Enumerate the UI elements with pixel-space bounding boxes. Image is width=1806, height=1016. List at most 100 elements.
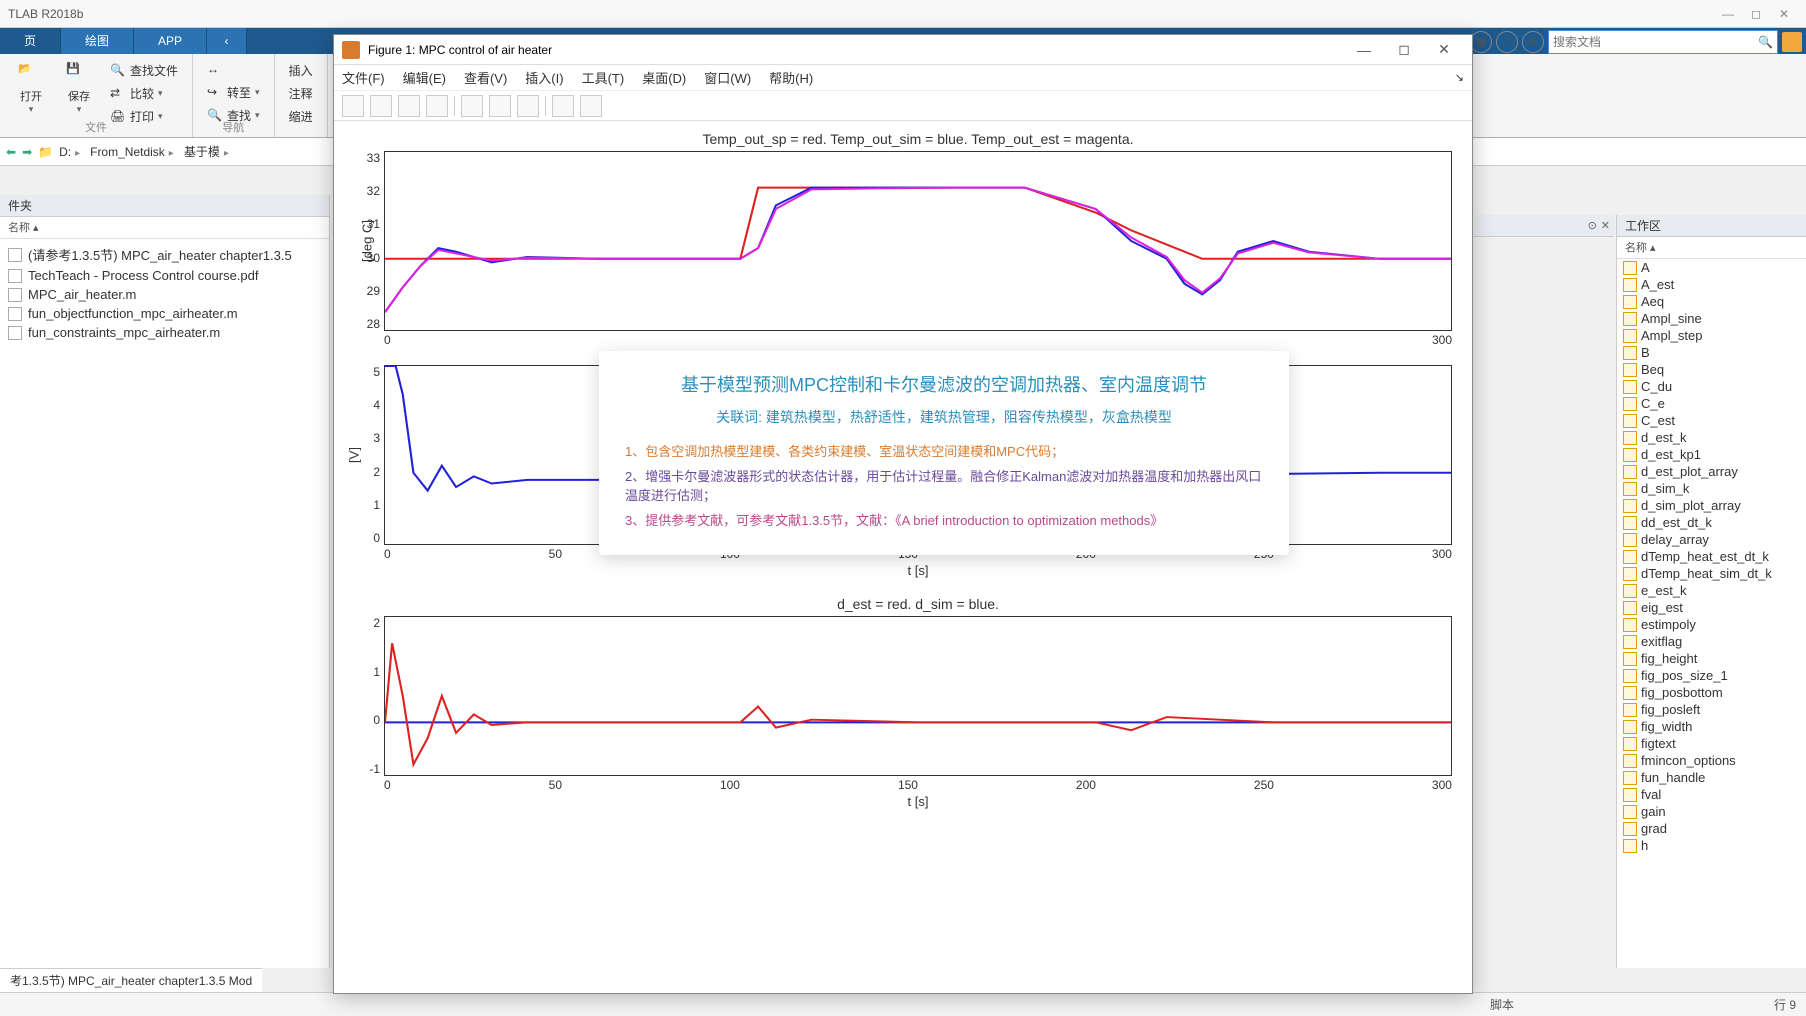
workspace-var[interactable]: d_sim_plot_array: [1617, 497, 1806, 514]
workspace-var[interactable]: fig_width: [1617, 718, 1806, 735]
menu-edit[interactable]: 编辑(E): [403, 68, 446, 87]
workspace-var[interactable]: estimpoly: [1617, 616, 1806, 633]
menu-insert[interactable]: 插入(I): [525, 68, 563, 87]
path-seg-2[interactable]: 基于模: [184, 143, 233, 160]
indent-button[interactable]: 缩进: [283, 106, 319, 127]
workspace-var[interactable]: dTemp_heat_sim_dt_k: [1617, 565, 1806, 582]
workspace-var[interactable]: d_est_plot_array: [1617, 463, 1806, 480]
workspace-var[interactable]: B: [1617, 344, 1806, 361]
workspace-var[interactable]: h: [1617, 837, 1806, 854]
link-icon[interactable]: [517, 95, 539, 117]
menu-tools[interactable]: 工具(T): [582, 68, 625, 87]
workspace-var[interactable]: dTemp_heat_est_dt_k: [1617, 548, 1806, 565]
workspace-var[interactable]: dd_est_dt_k: [1617, 514, 1806, 531]
save-fig-icon[interactable]: [398, 95, 420, 117]
close-editor-icon[interactable]: ✕: [1601, 219, 1610, 232]
current-folder-header: 件夹: [0, 195, 329, 217]
tab-home[interactable]: 页: [0, 28, 61, 54]
workspace-var[interactable]: e_est_k: [1617, 582, 1806, 599]
fig-minimize[interactable]: —: [1344, 42, 1384, 58]
insert-button[interactable]: 插入: [283, 60, 319, 81]
workspace-var[interactable]: fval: [1617, 786, 1806, 803]
tab-apps[interactable]: APP: [134, 28, 207, 54]
workspace-var[interactable]: fig_posleft: [1617, 701, 1806, 718]
open-button[interactable]: 📂打开▾: [8, 58, 54, 118]
workspace-var[interactable]: Aeq: [1617, 293, 1806, 310]
datacursor-icon[interactable]: [489, 95, 511, 117]
path-seg-1[interactable]: From_Netdisk: [90, 145, 178, 159]
workspace-var[interactable]: A: [1617, 259, 1806, 276]
menu-more-icon[interactable]: ↘: [1455, 71, 1464, 84]
find-files-button[interactable]: 🔍查找文件: [104, 60, 184, 81]
menu-file[interactable]: 文件(F): [342, 68, 385, 87]
workspace-var[interactable]: fun_handle: [1617, 769, 1806, 786]
goto-button[interactable]: ↔: [201, 60, 266, 80]
pointer-icon[interactable]: [552, 95, 574, 117]
new-fig-icon[interactable]: [342, 95, 364, 117]
menu-view[interactable]: 查看(V): [464, 68, 507, 87]
workspace-var[interactable]: fig_posbottom: [1617, 684, 1806, 701]
folder-icon[interactable]: 📁: [38, 145, 53, 159]
workspace-var[interactable]: delay_array: [1617, 531, 1806, 548]
workspace-var[interactable]: eig_est: [1617, 599, 1806, 616]
doc-search[interactable]: 🔍: [1548, 30, 1778, 54]
tab-plots[interactable]: 绘图: [61, 28, 134, 54]
close-button[interactable]: ✕: [1770, 7, 1798, 21]
path-seg-0[interactable]: D:: [59, 145, 84, 159]
workspace-var[interactable]: C_e: [1617, 395, 1806, 412]
workspace-var[interactable]: A_est: [1617, 276, 1806, 293]
dropdown-icon[interactable]: ⊙: [1588, 219, 1597, 232]
workspace-var[interactable]: C_est: [1617, 412, 1806, 429]
notification-icon[interactable]: [1782, 32, 1802, 52]
workspace-var[interactable]: fig_height: [1617, 650, 1806, 667]
workspace-var[interactable]: C_du: [1617, 378, 1806, 395]
fig-maximize[interactable]: ◻: [1384, 41, 1424, 58]
search-icon[interactable]: 🔍: [1758, 35, 1773, 49]
fig-close[interactable]: ✕: [1424, 41, 1464, 58]
forward-icon[interactable]: ➡: [22, 145, 32, 159]
workspace-var[interactable]: gain: [1617, 803, 1806, 820]
workspace-var[interactable]: d_est_kp1: [1617, 446, 1806, 463]
file-item[interactable]: fun_constraints_mpc_airheater.m: [0, 323, 329, 342]
workspace-var[interactable]: exitflag: [1617, 633, 1806, 650]
back-icon[interactable]: ⬅: [6, 145, 16, 159]
figure-titlebar[interactable]: Figure 1: MPC control of air heater — ◻ …: [334, 35, 1472, 65]
goto-dd-button[interactable]: ↪转至▾: [201, 82, 266, 103]
workspace-var[interactable]: fig_pos_size_1: [1617, 667, 1806, 684]
rotate-icon[interactable]: [461, 95, 483, 117]
addons-icon[interactable]: ⊕: [1522, 31, 1544, 53]
plot1-axes[interactable]: [384, 151, 1452, 331]
workspace-var[interactable]: fmincon_options: [1617, 752, 1806, 769]
print-fig-icon[interactable]: [426, 95, 448, 117]
editor-tab[interactable]: 考1.3.5节) MPC_air_heater chapter1.3.5 Mod: [0, 968, 262, 992]
comment-button[interactable]: 注释: [283, 83, 319, 104]
workspace-var[interactable]: d_est_k: [1617, 429, 1806, 446]
file-item[interactable]: fun_objectfunction_mpc_airheater.m: [0, 304, 329, 323]
minimize-button[interactable]: —: [1714, 7, 1742, 21]
help-icon[interactable]: ?: [1496, 31, 1518, 53]
tab-more[interactable]: ‹: [207, 28, 247, 54]
workspace-var[interactable]: grad: [1617, 820, 1806, 837]
file-item[interactable]: TechTeach - Process Control course.pdf: [0, 266, 329, 285]
file-col-header[interactable]: 名称 ▴: [0, 217, 329, 239]
maximize-button[interactable]: ◻: [1742, 7, 1770, 21]
layout-icon[interactable]: ▦: [1470, 31, 1492, 53]
workspace-var[interactable]: figtext: [1617, 735, 1806, 752]
menu-help[interactable]: 帮助(H): [769, 68, 813, 87]
workspace-var[interactable]: Beq: [1617, 361, 1806, 378]
workspace-var[interactable]: d_sim_k: [1617, 480, 1806, 497]
doc-search-input[interactable]: [1553, 35, 1758, 49]
brush-icon[interactable]: [580, 95, 602, 117]
workspace-var[interactable]: Ampl_sine: [1617, 310, 1806, 327]
save-button[interactable]: 💾保存▾: [56, 58, 102, 118]
menu-desktop[interactable]: 桌面(D): [642, 68, 686, 87]
workspace-var[interactable]: Ampl_step: [1617, 327, 1806, 344]
compare-button[interactable]: ⇄比较▾: [104, 83, 184, 104]
plot3-axes[interactable]: [384, 616, 1452, 776]
var-col-header[interactable]: 名称 ▴: [1617, 237, 1806, 259]
goto-icon: ↔: [207, 62, 223, 78]
file-item[interactable]: (请参考1.3.5节) MPC_air_heater chapter1.3.5: [0, 243, 329, 266]
file-item[interactable]: MPC_air_heater.m: [0, 285, 329, 304]
menu-window[interactable]: 窗口(W): [704, 68, 751, 87]
open-fig-icon[interactable]: [370, 95, 392, 117]
